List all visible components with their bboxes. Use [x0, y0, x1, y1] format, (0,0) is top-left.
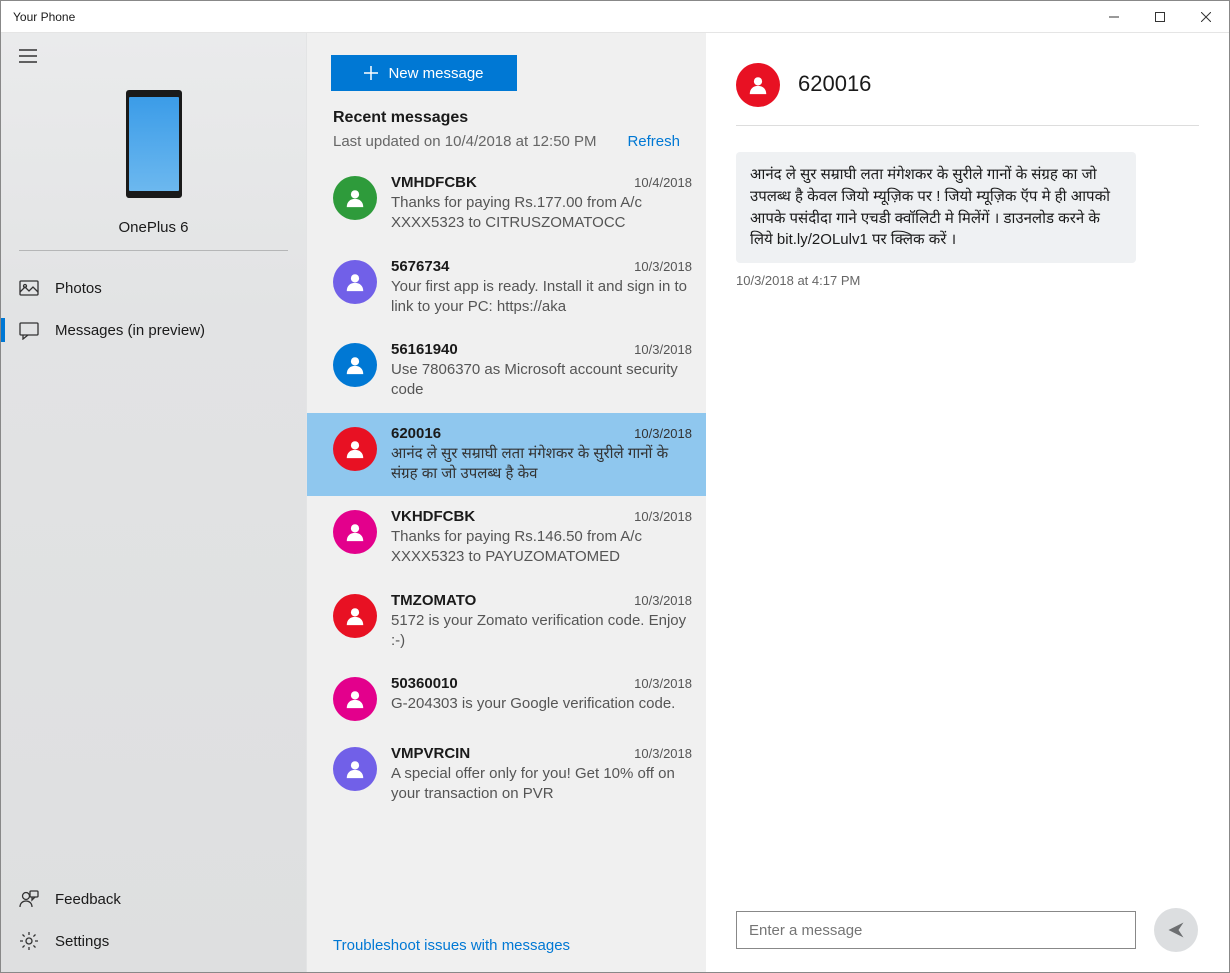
window-title: Your Phone [13, 10, 1091, 24]
new-message-button[interactable]: New message [331, 55, 517, 91]
avatar [333, 677, 377, 721]
phone-name: OnePlus 6 [1, 211, 306, 250]
message-timestamp: 10/3/2018 at 4:17 PM [736, 273, 1199, 288]
message-item[interactable]: 62001610/3/2018 आनंद ले सुर सम्राघी लता म… [307, 413, 706, 497]
plus-icon [364, 66, 378, 80]
maximize-button[interactable] [1137, 1, 1183, 33]
message-icon [19, 320, 39, 340]
nav-feedback-label: Feedback [55, 891, 121, 908]
nav-photos[interactable]: Photos [1, 267, 306, 309]
message-preview: Use 7806370 as Microsoft account securit… [391, 360, 692, 401]
titlebar: Your Phone [1, 1, 1229, 33]
message-date: 10/3/2018 [634, 259, 692, 274]
recent-messages-heading: Recent messages [307, 109, 706, 127]
message-date: 10/3/2018 [634, 509, 692, 524]
refresh-link[interactable]: Refresh [627, 133, 680, 150]
avatar [333, 260, 377, 304]
message-sender: VKHDFCBK [391, 508, 634, 525]
gear-icon [19, 931, 39, 951]
message-preview: आनंद ले सुर सम्राघी लता मंगेशकर के सुरील… [391, 444, 692, 485]
message-preview: Thanks for paying Rs.177.00 from A/c XXX… [391, 193, 692, 234]
message-list-panel: New message Recent messages Last updated… [306, 33, 706, 972]
message-date: 10/3/2018 [634, 426, 692, 441]
sidebar: OnePlus 6 Photos Messages (in preview) [1, 33, 306, 972]
message-date: 10/4/2018 [634, 175, 692, 190]
contact-avatar [736, 63, 780, 107]
message-preview: A special offer only for you! Get 10% of… [391, 764, 692, 805]
message-sender: 56161940 [391, 341, 634, 358]
nav-photos-label: Photos [55, 280, 102, 297]
last-updated-text: Last updated on 10/4/2018 at 12:50 PM [333, 133, 627, 150]
compose-input[interactable] [736, 911, 1136, 949]
message-preview: Your first app is ready. Install it and … [391, 277, 692, 318]
divider [19, 250, 288, 251]
message-preview: Thanks for paying Rs.146.50 from A/c XXX… [391, 527, 692, 568]
message-item[interactable]: 567673410/3/2018 Your first app is ready.… [307, 246, 706, 330]
send-icon [1166, 920, 1186, 940]
send-button[interactable] [1154, 908, 1198, 952]
photo-icon [19, 278, 39, 298]
hamburger-menu[interactable] [1, 33, 306, 72]
message-sender: VMHDFCBK [391, 174, 634, 191]
message-sender: 620016 [391, 425, 634, 442]
message-sender: TMZOMATO [391, 592, 634, 609]
message-sender: 5676734 [391, 258, 634, 275]
message-date: 10/3/2018 [634, 593, 692, 608]
message-item[interactable]: 5036001010/3/2018 G-204303 is your Google… [307, 663, 706, 733]
message-preview: 5172 is your Zomato verification code. E… [391, 611, 692, 652]
nav-messages[interactable]: Messages (in preview) [1, 309, 306, 351]
feedback-icon [19, 889, 39, 909]
close-button[interactable] [1183, 1, 1229, 33]
message-item[interactable]: 5616194010/3/2018 Use 7806370 as Microsof… [307, 329, 706, 413]
nav-messages-label: Messages (in preview) [55, 322, 205, 339]
message-list[interactable]: VMHDFCBK10/4/2018 Thanks for paying Rs.17… [307, 162, 706, 919]
message-sender: 50360010 [391, 675, 634, 692]
nav-settings[interactable]: Settings [1, 920, 306, 962]
minimize-button[interactable] [1091, 1, 1137, 33]
avatar [333, 427, 377, 471]
conversation-header: 620016 [736, 61, 1199, 126]
message-date: 10/3/2018 [634, 676, 692, 691]
nav-feedback[interactable]: Feedback [1, 878, 306, 920]
nav-settings-label: Settings [55, 933, 109, 950]
message-preview: G-204303 is your Google verification cod… [391, 694, 692, 714]
message-item[interactable]: VMHDFCBK10/4/2018 Thanks for paying Rs.17… [307, 162, 706, 246]
conversation-panel: 620016 आनंद ले सुर सम्राघी लता मंगेशकर क… [706, 33, 1229, 972]
message-item[interactable]: VKHDFCBK10/3/2018 Thanks for paying Rs.14… [307, 496, 706, 580]
message-item[interactable]: TMZOMATO10/3/2018 5172 is your Zomato ver… [307, 580, 706, 664]
phone-graphic [1, 72, 306, 211]
avatar [333, 510, 377, 554]
message-date: 10/3/2018 [634, 746, 692, 761]
message-date: 10/3/2018 [634, 342, 692, 357]
avatar [333, 594, 377, 638]
message-sender: VMPVRCIN [391, 745, 634, 762]
message-item[interactable]: VMPVRCIN10/3/2018 A special offer only fo… [307, 733, 706, 817]
avatar [333, 343, 377, 387]
troubleshoot-link[interactable]: Troubleshoot issues with messages [307, 919, 706, 972]
message-bubble: आनंद ले सुर सम्राघी लता मंगेशकर के सुरील… [736, 152, 1136, 263]
new-message-label: New message [388, 65, 483, 82]
avatar [333, 747, 377, 791]
avatar [333, 176, 377, 220]
conversation-title: 620016 [798, 71, 871, 97]
